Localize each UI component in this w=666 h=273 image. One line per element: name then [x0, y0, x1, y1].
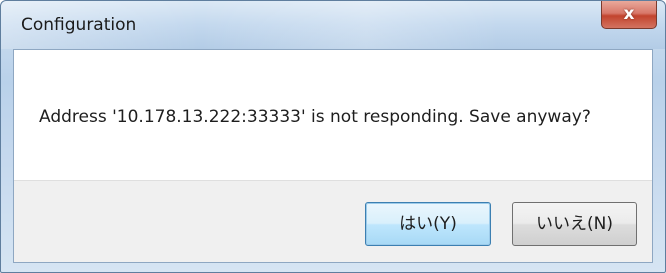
- close-button[interactable]: x: [601, 1, 657, 29]
- no-button[interactable]: いいえ(N): [512, 202, 637, 246]
- button-bar: はい(Y) いいえ(N): [14, 180, 652, 262]
- dialog-message: Address '10.178.13.222:33333' is not res…: [39, 107, 591, 127]
- close-icon: x: [623, 4, 635, 24]
- title-bar[interactable]: Configuration x: [1, 1, 665, 49]
- window-title: Configuration: [21, 15, 137, 35]
- dialog-client-area: Address '10.178.13.222:33333' is not res…: [13, 49, 653, 263]
- dialog-window: Configuration x Address '10.178.13.222:3…: [0, 0, 666, 273]
- yes-button[interactable]: はい(Y): [365, 202, 491, 246]
- message-area: Address '10.178.13.222:33333' is not res…: [14, 50, 652, 180]
